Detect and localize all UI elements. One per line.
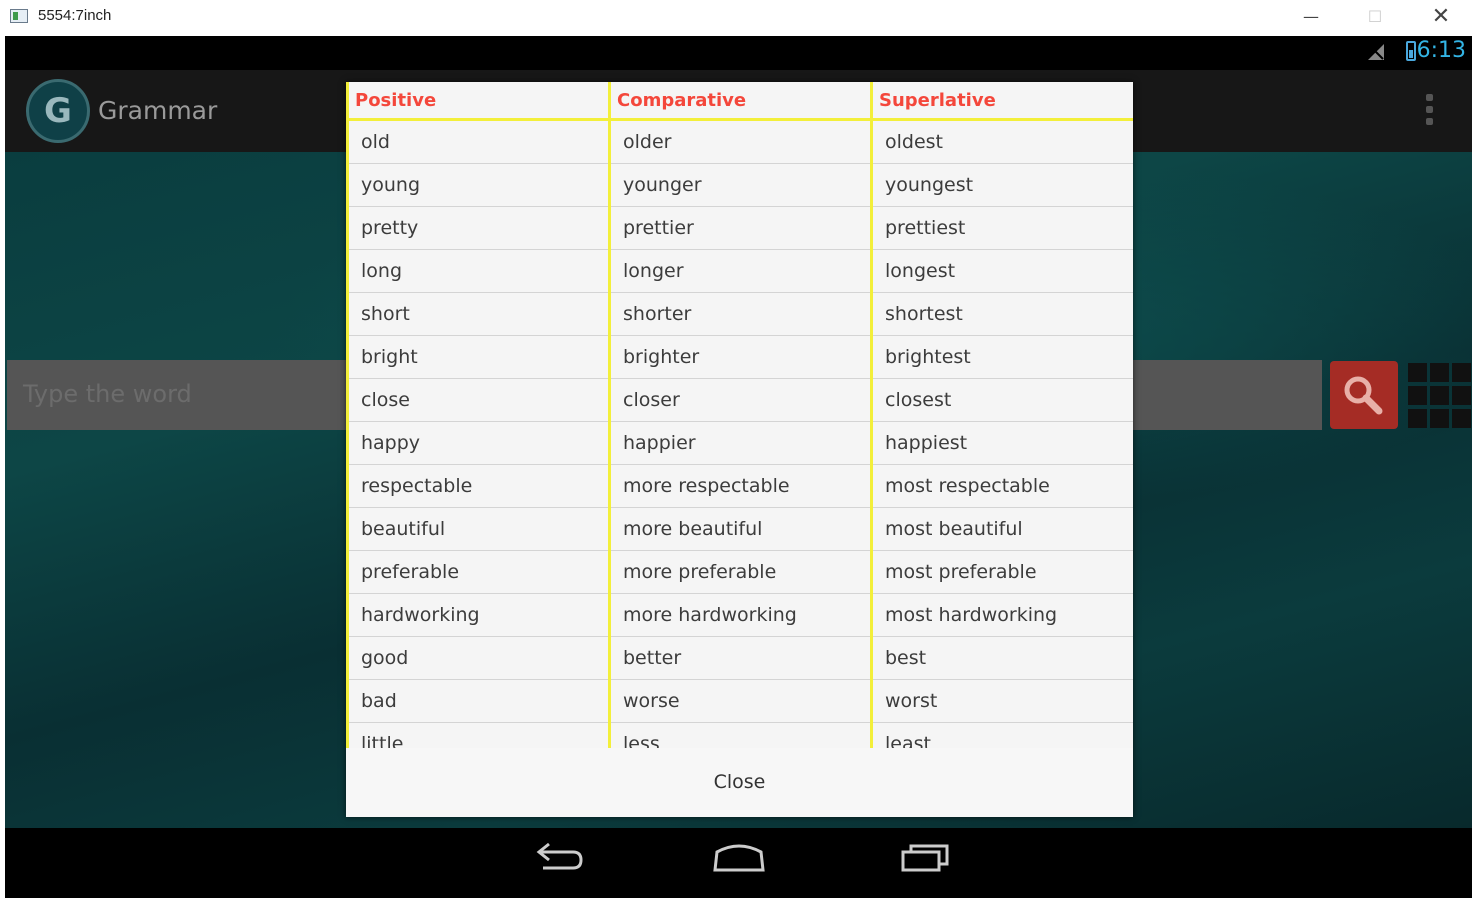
- cell-superlative: shortest: [870, 292, 1133, 336]
- header-positive: Positive: [346, 82, 610, 121]
- cell-comparative: worse: [608, 679, 872, 723]
- cell-comparative: younger: [608, 163, 872, 207]
- close-window-icon[interactable]: ✕: [1418, 0, 1464, 34]
- window-title: 5554:7inch: [38, 7, 112, 24]
- cell-comparative: closer: [608, 378, 872, 422]
- emulator-app-icon: [10, 9, 28, 23]
- cell-positive: good: [346, 636, 610, 680]
- table-row[interactable]: bright brighter brightest: [346, 335, 1133, 379]
- table-row[interactable]: pretty prettier prettiest: [346, 206, 1133, 250]
- table-row[interactable]: bad worse worst: [346, 679, 1133, 723]
- table-row[interactable]: little less least: [346, 722, 1133, 748]
- cell-superlative: youngest: [870, 163, 1133, 207]
- cell-positive: beautiful: [346, 507, 610, 551]
- overflow-menu-icon[interactable]: [1426, 94, 1434, 128]
- cell-positive: short: [346, 292, 610, 336]
- recent-apps-icon[interactable]: [895, 838, 955, 878]
- cell-superlative: brightest: [870, 335, 1133, 379]
- degrees-table-scroll[interactable]: Positive Comparative Superlative old olde…: [346, 82, 1133, 748]
- cell-positive: pretty: [346, 206, 610, 250]
- search-button[interactable]: [1330, 361, 1398, 429]
- header-comparative: Comparative: [608, 82, 872, 121]
- cell-positive: little: [346, 722, 610, 748]
- cell-superlative: most hardworking: [870, 593, 1133, 637]
- table-row[interactable]: short shorter shortest: [346, 292, 1133, 336]
- app-logo[interactable]: G: [26, 79, 90, 143]
- cell-superlative: happiest: [870, 421, 1133, 465]
- cell-comparative: happier: [608, 421, 872, 465]
- cell-positive: respectable: [346, 464, 610, 508]
- cell-positive: bad: [346, 679, 610, 723]
- cell-comparative: more hardworking: [608, 593, 872, 637]
- cell-superlative: closest: [870, 378, 1133, 422]
- back-icon[interactable]: [527, 838, 587, 878]
- grid-menu-icon[interactable]: [1406, 361, 1472, 429]
- cell-comparative: brighter: [608, 335, 872, 379]
- comparison-dialog: Positive Comparative Superlative old olde…: [346, 82, 1133, 817]
- cell-positive: young: [346, 163, 610, 207]
- table-row[interactable]: young younger youngest: [346, 163, 1133, 207]
- battery-icon: [1406, 41, 1416, 61]
- status-time: 6:13: [1416, 38, 1466, 63]
- cell-comparative: shorter: [608, 292, 872, 336]
- cell-superlative: most beautiful: [870, 507, 1133, 551]
- cell-superlative: least: [870, 722, 1133, 748]
- cell-superlative: most respectable: [870, 464, 1133, 508]
- status-bar: 6:13: [5, 36, 1472, 70]
- table-row[interactable]: hardworking more hardworking most hardwork…: [346, 593, 1133, 637]
- table-row[interactable]: respectable more respectable most respecta…: [346, 464, 1133, 508]
- cell-comparative: more preferable: [608, 550, 872, 594]
- app-title: Grammar: [98, 96, 218, 125]
- table-row[interactable]: happy happier happiest: [346, 421, 1133, 465]
- maximize-icon[interactable]: ☐: [1352, 0, 1398, 34]
- cell-positive: hardworking: [346, 593, 610, 637]
- close-button[interactable]: Close: [346, 748, 1133, 817]
- minimize-icon[interactable]: —: [1288, 0, 1334, 34]
- cell-superlative: best: [870, 636, 1133, 680]
- cell-comparative: more beautiful: [608, 507, 872, 551]
- cell-superlative: most preferable: [870, 550, 1133, 594]
- navigation-bar: [5, 828, 1472, 898]
- header-superlative: Superlative: [870, 82, 1133, 121]
- table-header-row: Positive Comparative Superlative: [346, 82, 1133, 121]
- cell-positive: preferable: [346, 550, 610, 594]
- cell-superlative: prettiest: [870, 206, 1133, 250]
- table-row[interactable]: close closer closest: [346, 378, 1133, 422]
- cell-positive: bright: [346, 335, 610, 379]
- search-placeholder: Type the word: [23, 380, 192, 408]
- cell-comparative: more respectable: [608, 464, 872, 508]
- cell-comparative: prettier: [608, 206, 872, 250]
- table-row[interactable]: good better best: [346, 636, 1133, 680]
- cell-positive: old: [346, 119, 610, 164]
- cell-superlative: longest: [870, 249, 1133, 293]
- search-icon: [1344, 376, 1383, 415]
- cell-positive: long: [346, 249, 610, 293]
- table-row[interactable]: preferable more preferable most preferable: [346, 550, 1133, 594]
- window-title-bar: 5554:7inch — ☐ ✕: [0, 0, 1477, 36]
- cell-superlative: oldest: [870, 119, 1133, 164]
- cell-comparative: better: [608, 636, 872, 680]
- degrees-table: Positive Comparative Superlative old olde…: [346, 82, 1133, 748]
- table-row[interactable]: beautiful more beautiful most beautiful: [346, 507, 1133, 551]
- cell-comparative: older: [608, 119, 872, 164]
- cell-superlative: worst: [870, 679, 1133, 723]
- cell-comparative: longer: [608, 249, 872, 293]
- home-icon[interactable]: [709, 838, 769, 878]
- signal-icon: [1368, 44, 1384, 60]
- table-row[interactable]: old older oldest: [346, 119, 1133, 164]
- cell-positive: close: [346, 378, 610, 422]
- cell-positive: happy: [346, 421, 610, 465]
- cell-comparative: less: [608, 722, 872, 748]
- table-row[interactable]: long longer longest: [346, 249, 1133, 293]
